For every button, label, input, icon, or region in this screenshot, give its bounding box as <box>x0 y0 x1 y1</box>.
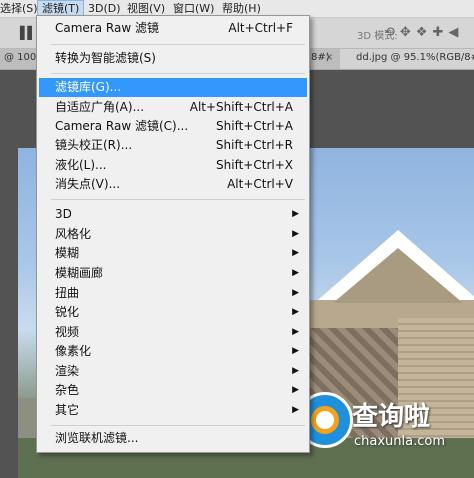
watermark-title: 查询啦 <box>352 402 431 432</box>
menu-item-3d[interactable]: 3D ▶ <box>39 205 307 224</box>
filter-dropdown-menu: Camera Raw 滤镜 Alt+Ctrl+F 转换为智能滤镜(S) 滤镜库(… <box>36 15 310 453</box>
menu-view[interactable]: 视图(V) <box>127 1 165 16</box>
watermark-domain: chaxunla.com <box>354 434 445 449</box>
menu-item-distort[interactable]: 扭曲 ▶ <box>39 284 307 303</box>
close-icon[interactable]: × <box>325 52 333 63</box>
submenu-arrow-icon: ▶ <box>292 385 299 395</box>
menu-item-blur-gallery[interactable]: 模糊画廊 ▶ <box>39 264 307 283</box>
menu-select[interactable]: 选择(S) <box>0 1 38 16</box>
submenu-arrow-icon: ▶ <box>292 327 299 337</box>
submenu-arrow-icon: ▶ <box>292 229 299 239</box>
menu-separator <box>51 199 305 200</box>
menu-item-last-filter[interactable]: Camera Raw 滤镜 Alt+Ctrl+F <box>39 19 307 38</box>
menu-separator <box>51 73 305 74</box>
submenu-arrow-icon: ▶ <box>292 288 299 298</box>
menu-3d[interactable]: 3D(D) <box>88 1 121 16</box>
submenu-arrow-icon: ▶ <box>292 366 299 376</box>
submenu-arrow-icon: ▶ <box>292 209 299 219</box>
menu-item-other[interactable]: 其它 ▶ <box>39 401 307 420</box>
align-icon[interactable]: ▐ <box>14 27 26 39</box>
submenu-arrow-icon: ▶ <box>292 248 299 258</box>
menu-item-lens-correction[interactable]: 镜头校正(R)... Shift+Ctrl+R <box>39 136 307 155</box>
search-logo-lens-icon <box>311 406 339 434</box>
menu-item-stylize[interactable]: 风格化 ▶ <box>39 225 307 244</box>
submenu-arrow-icon: ▶ <box>292 405 299 415</box>
menu-item-pixelate[interactable]: 像素化 ▶ <box>39 342 307 361</box>
menu-item-adaptive-wide-angle[interactable]: 自适应广角(A)... Alt+Shift+Ctrl+A <box>39 98 307 117</box>
menu-item-sharpen[interactable]: 锐化 ▶ <box>39 303 307 322</box>
tab-active-doc[interactable]: dd.jpg @ 95.1%(RGB/8#) <box>356 52 474 63</box>
menu-help[interactable]: 帮助(H) <box>222 1 261 16</box>
menu-item-render[interactable]: 渲染 ▶ <box>39 362 307 381</box>
submenu-arrow-icon: ▶ <box>292 307 299 317</box>
house-gable <box>333 248 463 303</box>
menu-item-convert-smart-filter[interactable]: 转换为智能滤镜(S) <box>39 49 307 68</box>
menu-window[interactable]: 窗口(W) <box>173 1 214 16</box>
menu-item-filter-gallery[interactable]: 滤镜库(G)... <box>39 78 307 97</box>
menu-separator <box>51 425 305 426</box>
menu-item-liquify[interactable]: 液化(L)... Shift+Ctrl+X <box>39 156 307 175</box>
submenu-arrow-icon: ▶ <box>292 346 299 356</box>
menu-item-noise[interactable]: 杂色 ▶ <box>39 381 307 400</box>
menu-item-vanishing-point[interactable]: 消失点(V)... Alt+Ctrl+V <box>39 175 307 194</box>
3d-mode-icons[interactable]: ⟲✥❖✚◀ <box>384 25 463 40</box>
menu-item-camera-raw[interactable]: Camera Raw 滤镜(C)... Shift+Ctrl+A <box>39 117 307 136</box>
submenu-arrow-icon: ▶ <box>292 268 299 278</box>
menu-item-browse-online-filters[interactable]: 浏览联机滤镜... <box>39 429 307 448</box>
menu-item-blur[interactable]: 模糊 ▶ <box>39 244 307 263</box>
menu-separator <box>51 44 305 45</box>
menu-item-video[interactable]: 视频 ▶ <box>39 323 307 342</box>
